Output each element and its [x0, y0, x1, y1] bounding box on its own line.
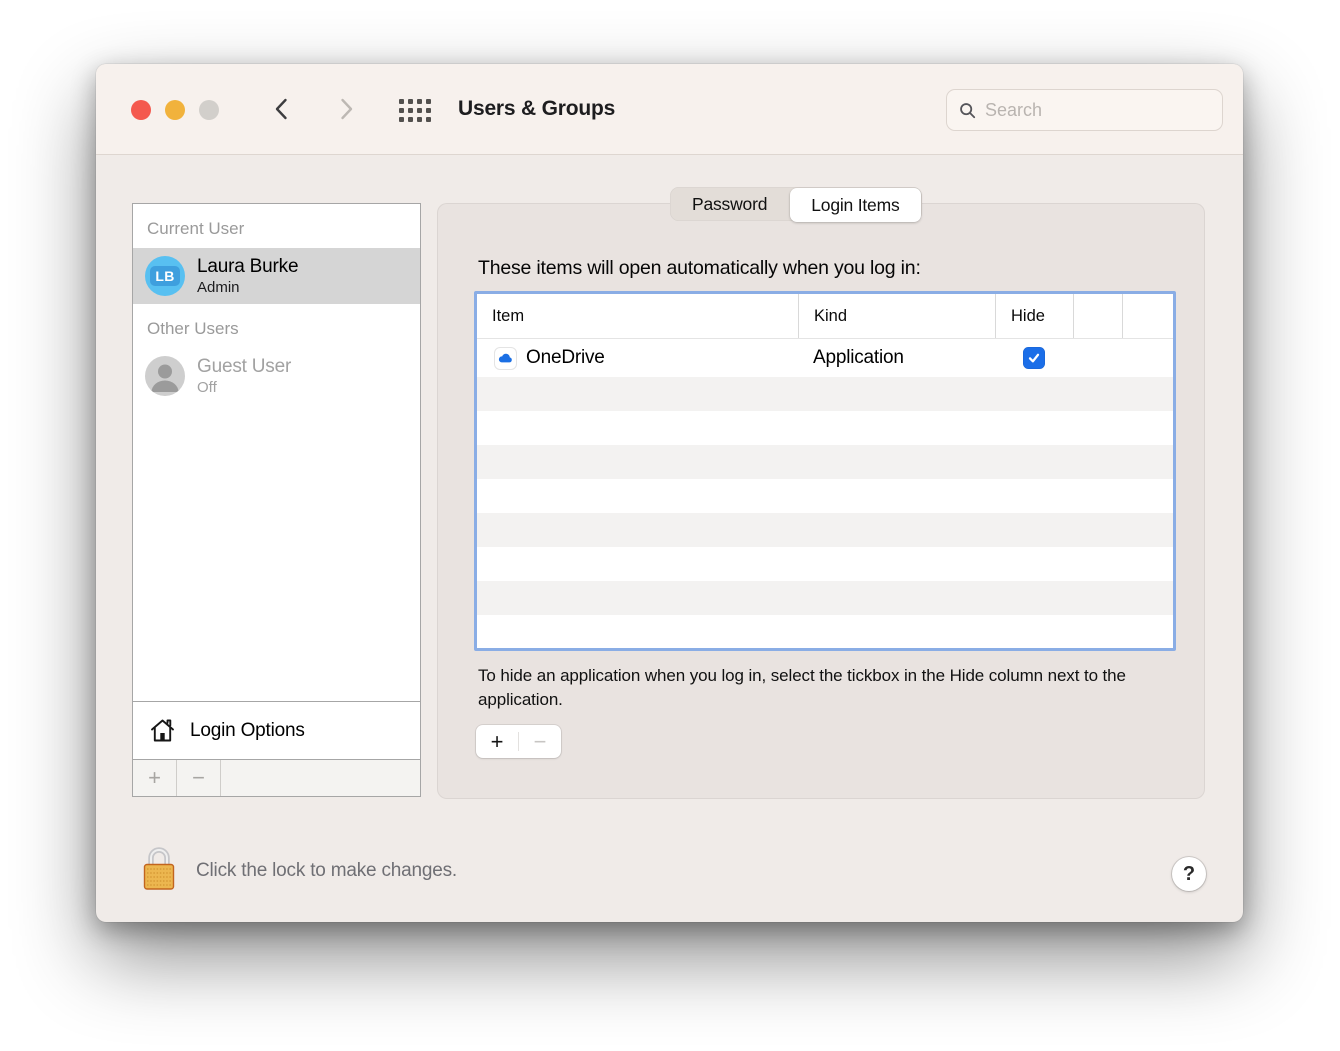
column-header-item[interactable]: Item [477, 294, 798, 338]
lock-hint-text: Click the lock to make changes. [196, 860, 457, 881]
item-name: OneDrive [526, 347, 605, 368]
lock-button[interactable] [139, 843, 179, 891]
window-title: Users & Groups [458, 97, 616, 120]
sidebar-toolbar: + − [133, 759, 420, 796]
table-header: Item Kind Hide [477, 294, 1173, 339]
current-user-header: Current User [147, 219, 245, 238]
zoom-window-button [199, 100, 219, 120]
column-header-hide[interactable]: Hide [995, 294, 1073, 338]
guest-avatar [145, 356, 185, 396]
sidebar-item-current-user[interactable]: LB Laura Burke Admin [133, 248, 420, 304]
empty-row [477, 581, 1173, 615]
column-header-kind[interactable]: Kind [798, 294, 995, 338]
hide-hint-text: To hide an application when you log in, … [478, 666, 1126, 709]
checkmark-icon [1028, 353, 1040, 363]
empty-row [477, 445, 1173, 479]
onedrive-cloud-icon [494, 346, 517, 370]
user-status: Off [197, 379, 217, 396]
user-name: Laura Burke [197, 256, 299, 277]
title-bar: Users & Groups [96, 64, 1243, 155]
column-header-empty [1073, 294, 1122, 338]
item-kind: Application [813, 347, 904, 368]
avatar-initials: LB [150, 266, 180, 286]
login-items-description: These items will open automatically when… [478, 257, 921, 279]
show-all-preferences-icon[interactable] [399, 99, 431, 122]
users-and-groups-window: Users & Groups Current User LB Laura Bur… [96, 64, 1243, 922]
sidebar-item-login-options[interactable]: Login Options [133, 701, 420, 759]
user-list-sidebar: Current User LB Laura Burke Admin Other … [132, 203, 421, 797]
empty-row [477, 377, 1173, 411]
lock-icon [143, 847, 175, 890]
home-icon [151, 719, 174, 742]
help-button[interactable]: ? [1172, 857, 1206, 891]
remove-user-button[interactable]: − [177, 760, 221, 796]
back-button[interactable] [269, 96, 295, 122]
column-header-empty [1122, 294, 1173, 338]
tab-password[interactable]: Password [670, 187, 789, 221]
login-items-add-remove: + − [476, 725, 561, 758]
empty-row [477, 513, 1173, 547]
forward-button[interactable] [333, 96, 359, 122]
login-options-label: Login Options [190, 719, 305, 741]
user-name: Guest User [197, 356, 292, 377]
search-field[interactable] [946, 89, 1223, 131]
search-icon [960, 102, 976, 118]
other-users-header: Other Users [147, 319, 239, 338]
hide-checkbox[interactable] [1023, 347, 1045, 369]
empty-row [477, 547, 1173, 581]
remove-login-item-button[interactable]: − [519, 725, 561, 758]
empty-row [477, 479, 1173, 513]
close-window-button[interactable] [131, 100, 151, 120]
search-input[interactable] [985, 99, 1210, 121]
empty-row [477, 411, 1173, 445]
person-icon [151, 364, 179, 392]
minimize-window-button[interactable] [165, 100, 185, 120]
avatar: LB [145, 256, 185, 296]
login-items-table[interactable]: Item Kind Hide OneDrive Application [474, 291, 1176, 651]
tab-bar: Password Login Items [670, 187, 922, 222]
empty-row [477, 615, 1173, 652]
table-row[interactable]: OneDrive Application [477, 339, 1173, 377]
user-role: Admin [197, 279, 240, 296]
sidebar-item-guest-user[interactable]: Guest User Off [133, 348, 420, 404]
add-user-button[interactable]: + [133, 760, 177, 796]
add-login-item-button[interactable]: + [476, 725, 518, 758]
tab-login-items[interactable]: Login Items [790, 188, 921, 222]
